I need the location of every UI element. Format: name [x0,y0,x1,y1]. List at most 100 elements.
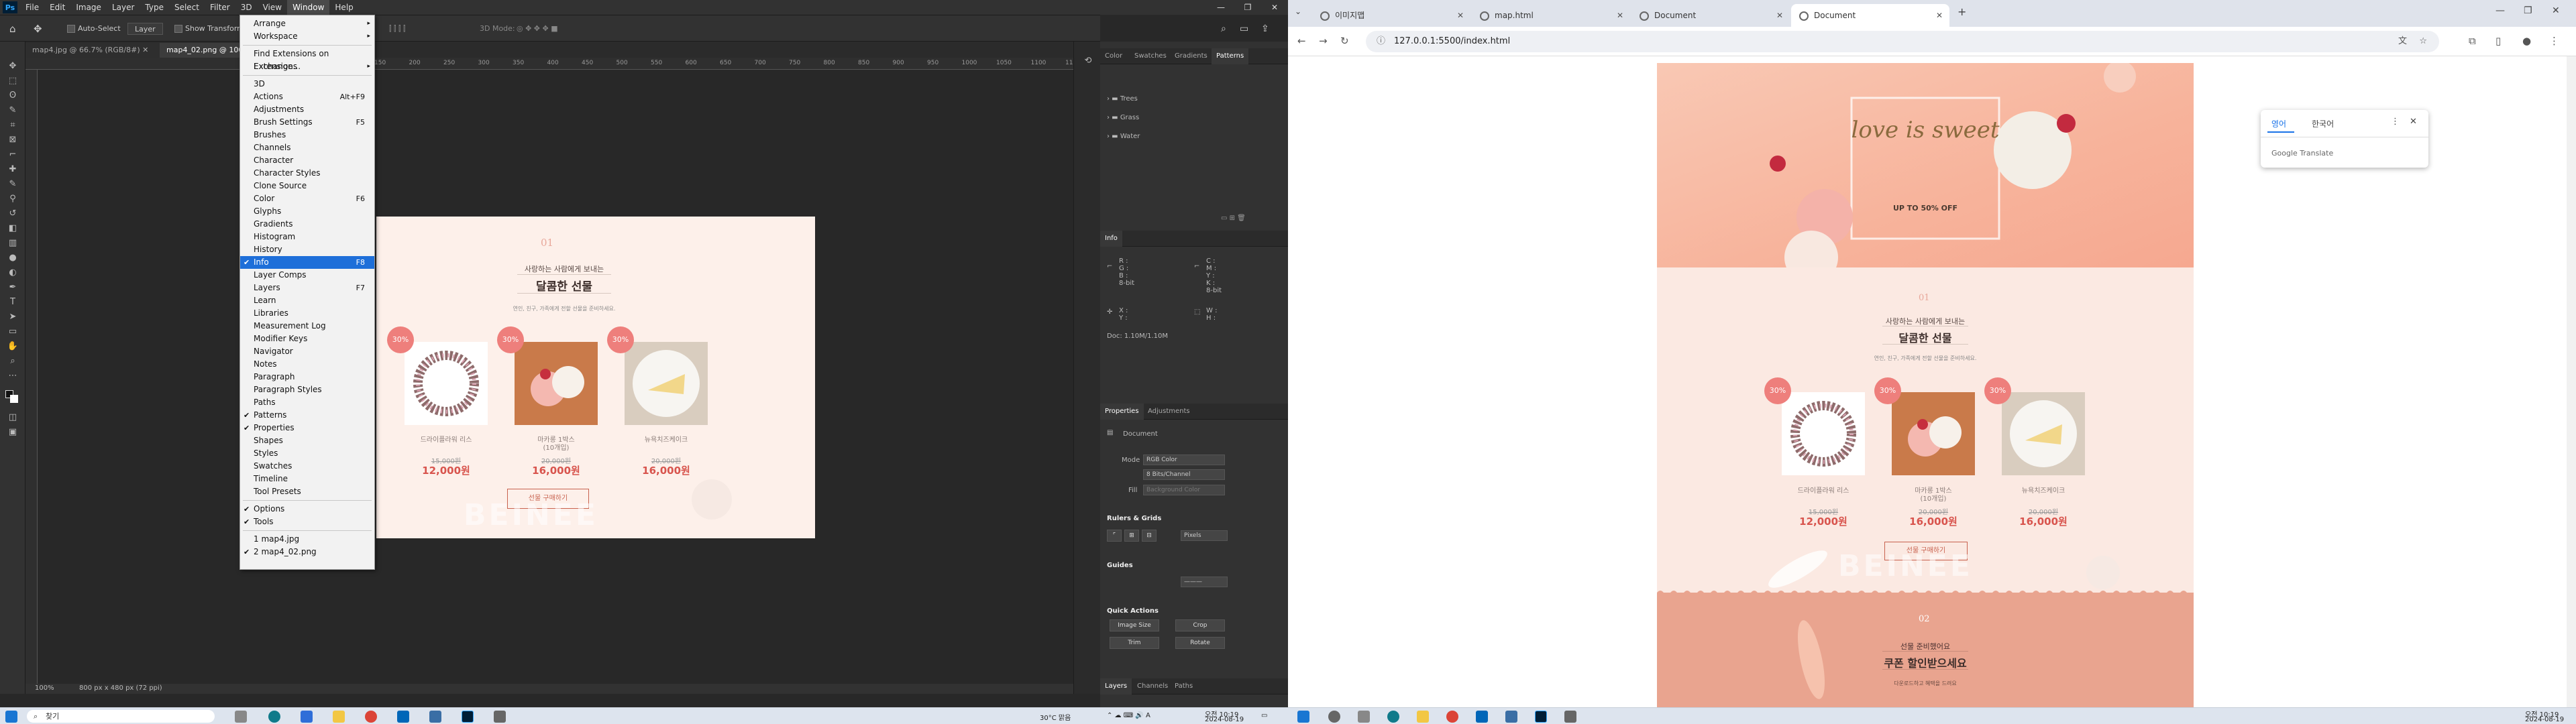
history-panel-icon[interactable]: ⟲ [1081,55,1095,67]
doc-tab-map4-jpg[interactable]: map4.jpg @ 66.7% (RGB/8#) ✕ [25,43,160,58]
tab-gradients[interactable]: Gradients [1170,48,1212,64]
window-menu-item[interactable]: Swatches [240,460,374,473]
window-menu-item[interactable]: Paragraph [240,371,374,383]
chrome-menu-icon[interactable]: ⋮ [2549,35,2559,47]
tab-info[interactable]: Info [1100,231,1122,247]
store-icon[interactable] [301,711,313,723]
menu-help[interactable]: Help [329,0,358,15]
window-menu-item[interactable]: Libraries [240,307,374,320]
window-menu-item[interactable]: Adjustments [240,103,374,116]
menu-window[interactable]: Window [287,0,330,15]
window-menu-item[interactable]: Paths [240,396,374,409]
move-icon[interactable]: ✥ [5,60,20,72]
workspace-icon[interactable]: ▭ [1240,22,1248,36]
close-icon[interactable]: ✕ [1261,0,1288,15]
vscode-icon[interactable] [397,711,409,723]
pixel-grid-icon[interactable]: ⊟ [1142,530,1157,542]
lasso-icon[interactable]: ʘ [5,90,20,102]
file-explorer-icon[interactable] [333,711,345,723]
window-menu-item[interactable]: Brush Settings F5 [240,116,374,129]
window-menu-item[interactable]: Styles [240,447,374,460]
windows-start-icon[interactable] [5,711,17,723]
restore-icon[interactable]: ❐ [2524,5,2532,16]
units-select[interactable]: Pixels [1181,530,1228,541]
close-icon[interactable]: ✕ [2410,117,2417,127]
minimize-icon[interactable]: — [2496,5,2505,16]
align-icons[interactable]: ⫿ ⫿ ⫿ ⫿ [389,22,406,36]
quick-actions-section[interactable]: Quick Actions [1107,607,1159,615]
brush-icon[interactable]: ✎ [5,178,20,190]
move-tool-icon[interactable]: ✥ [34,22,42,36]
screen-mode-icon[interactable]: ▣ [5,426,20,438]
zoom-level[interactable]: 100% [35,684,54,692]
task-view-icon[interactable] [1358,711,1370,723]
weather-text[interactable]: 30°C 맑음 [1040,712,1071,722]
window-menu-item[interactable]: Extensions ▸ [240,60,374,73]
menu-file[interactable]: File [20,0,44,15]
photoshop-icon[interactable] [1535,711,1547,723]
window-menu-item[interactable]: Brushes [240,129,374,141]
browser-tab-active[interactable]: Document ✕ [1791,4,1949,27]
patterns-footer-icons[interactable]: ▭ ⊞ 🗑 [1221,215,1246,222]
profile-icon[interactable]: ● [2522,35,2531,47]
window-menu-item[interactable]: Clone Source [240,180,374,192]
rulers-grids-section[interactable]: Rulers & Grids [1107,515,1161,522]
restore-icon[interactable]: ❐ [1234,0,1261,15]
tab-adjustments[interactable]: Adjustments [1143,404,1195,420]
mode-select[interactable]: RGB Color [1143,455,1225,465]
minimize-icon[interactable]: — [1208,0,1234,15]
edge-icon[interactable] [1387,711,1399,723]
rotate-button[interactable]: Rotate [1175,637,1225,649]
type-icon[interactable]: T [5,296,20,308]
home-icon[interactable]: ⌂ [9,22,16,36]
tab-search-icon[interactable]: ⌄ [1295,7,1301,16]
tray-icons[interactable]: ⌃ ☁ ⌨ 🔊 A [1107,712,1150,719]
browser-tab[interactable]: map.html ✕ [1472,4,1630,27]
lang-tab-source[interactable]: 영어 [2271,118,2286,129]
product-image-cheesecake[interactable] [2002,392,2085,475]
menu-image[interactable]: Image [70,0,107,15]
menu-layer[interactable]: Layer [107,0,140,15]
tab-layers[interactable]: Layers [1100,678,1132,695]
tab-paths[interactable]: Paths [1170,678,1197,695]
window-menu-item[interactable]: Glyphs [240,205,374,218]
layer-select[interactable]: Layer [127,22,163,36]
quick-mask-icon[interactable]: ◫ [5,412,20,424]
hand-icon[interactable]: ✋ [5,341,20,353]
window-menu-item[interactable]: Histogram [240,231,374,243]
scrollbar[interactable] [2567,56,2576,707]
window-menu-item[interactable]: Options ✔ [240,503,374,516]
close-icon[interactable]: ✕ [2552,5,2560,16]
window-menu-item[interactable]: Measurement Log [240,320,374,333]
tab-color[interactable]: Color [1100,48,1127,64]
menu-view[interactable]: View [258,0,287,15]
pattern-group[interactable]: › ▬ Water [1107,133,1140,140]
ruler-icon[interactable]: ⌜ [1107,530,1122,542]
address-bar[interactable]: ⓘ 127.0.0.1:5500/index.html 文 ☆ [1366,31,2439,52]
window-menu-item[interactable]: Arrange ▸ [240,17,374,30]
artboard[interactable]: 01 사랑하는 사람에게 보내는 달콤한 선물 연인, 친구, 가족에게 전할 … [376,217,815,538]
capture-icon[interactable] [494,711,506,723]
gradient-icon[interactable]: ▥ [5,237,20,249]
crop-icon[interactable]: ⌗ [5,119,20,131]
trim-button[interactable]: Trim [1110,637,1159,649]
window-menu-item[interactable]: Notes [240,358,374,371]
window-menu-item[interactable]: Character [240,154,374,167]
sidebar-icon[interactable]: ▯ [2496,35,2501,47]
window-menu-item[interactable]: Learn [240,294,374,307]
window-menu-item[interactable]: Shapes [240,434,374,447]
window-menu-item[interactable]: Find Extensions on Exchange... [240,48,374,71]
window-menu-item[interactable]: Actions Alt+F9 [240,90,374,103]
tab-swatches[interactable]: Swatches [1130,48,1171,64]
background-color-select[interactable]: Background Color [1143,485,1225,495]
back-icon[interactable]: ← [1297,35,1306,47]
reload-icon[interactable]: ↻ [1340,35,1349,47]
task-view-icon[interactable] [235,711,247,723]
guides-section[interactable]: Guides [1107,562,1133,569]
healing-icon[interactable]: ✚ [5,164,20,176]
window-menu-item[interactable]: Properties ✔ [240,422,374,434]
site-info-icon[interactable]: ⓘ [1377,31,1385,52]
menu-edit[interactable]: Edit [44,0,70,15]
window-menu-item[interactable]: Patterns ✔ [240,409,374,422]
menu-select[interactable]: Select [169,0,205,15]
